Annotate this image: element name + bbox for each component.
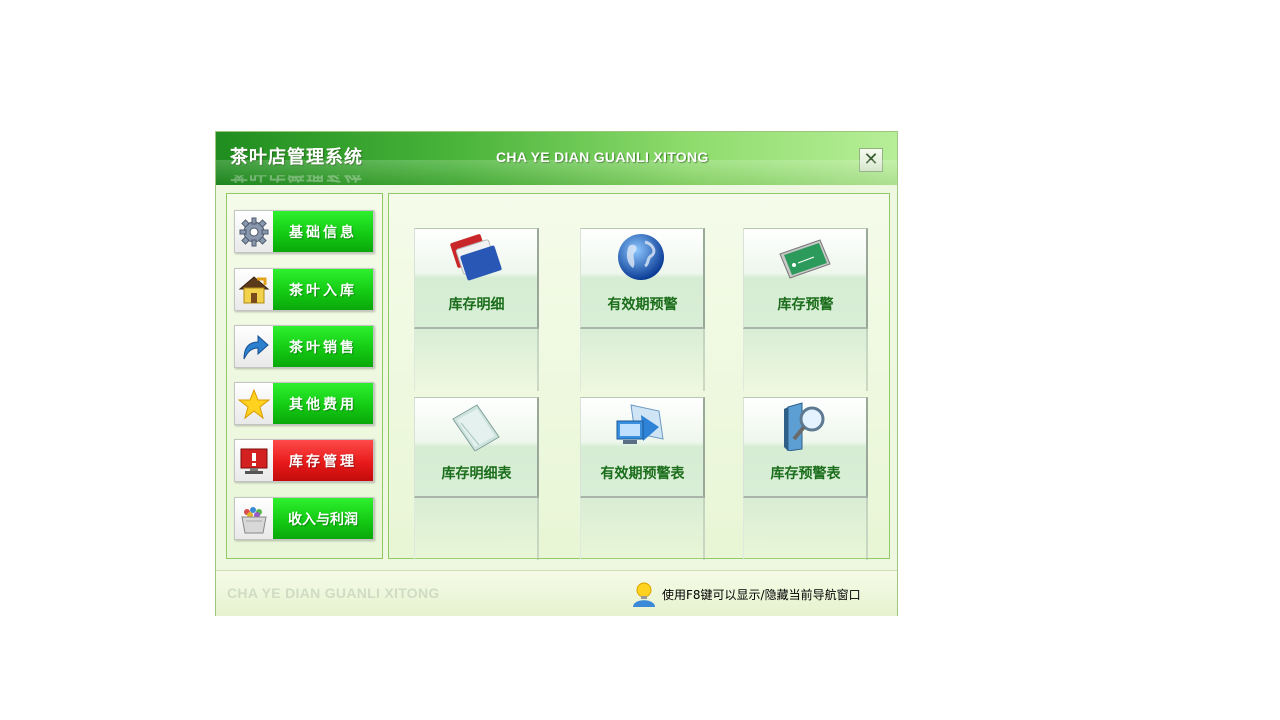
footer-tip-text: 使用F8键可以显示/隐藏当前导航窗口 (662, 587, 861, 602)
nav-basic-info-button[interactable]: 基础信息 (234, 210, 374, 253)
card-icon (779, 239, 831, 279)
nav-tea-stock-in-button[interactable]: 茶叶入库 (234, 268, 374, 311)
lightbulb-user-icon (633, 582, 655, 607)
folders-icon (450, 234, 502, 281)
globe-icon (618, 234, 664, 280)
nav-label: 库存管理 (273, 440, 373, 481)
house-icon (235, 269, 273, 310)
app-title-en: CHA YE DIAN GUANLI XITONG (496, 149, 709, 165)
app-title-reflection: 茶叶店管理系统 (230, 162, 363, 183)
function-tiles-panel: 库存明细 有效期预警 库存预警 库存明细表 有效期预警表 库存预警表 (388, 193, 890, 562)
computer-window-icon (616, 404, 664, 444)
basket-icon (235, 498, 273, 539)
nav-label: 茶叶入库 (273, 269, 373, 310)
tile-label: 库存预警 (777, 297, 834, 313)
app-window: 茶叶店管理系统 茶叶店管理系统 CHA YE DIAN GUANLI XITON… (215, 131, 898, 616)
nav-label: 其他费用 (273, 383, 373, 424)
tile-inventory-warning-report[interactable]: 库存预警表 (743, 397, 868, 562)
nav-label: 收入与利润 (273, 498, 373, 539)
tile-label: 库存明细表 (441, 466, 512, 482)
nav-label: 茶叶销售 (273, 326, 373, 367)
app-title-cn: 茶叶店管理系统 (230, 147, 363, 168)
nav-other-expenses-button[interactable]: 其他费用 (234, 382, 374, 425)
status-footer: CHA YE DIAN GUANLI XITONG 使用F8键可以显示/隐藏当前… (216, 570, 897, 616)
tile-inventory-detail-report[interactable]: 库存明细表 (414, 397, 539, 562)
nav-tea-sales-button[interactable]: 茶叶销售 (234, 325, 374, 368)
glass-sheet-icon (452, 404, 500, 451)
tile-inventory-detail[interactable]: 库存明细 (414, 228, 539, 393)
alert-monitor-icon (235, 440, 273, 481)
title-bar: 茶叶店管理系统 茶叶店管理系统 CHA YE DIAN GUANLI XITON… (216, 132, 897, 185)
star-icon (235, 383, 273, 424)
footer-tip: 使用F8键可以显示/隐藏当前导航窗口 (630, 579, 861, 609)
gear-icon (235, 211, 273, 252)
tile-label: 有效期预警表 (600, 466, 685, 482)
tile-label: 有效期预警 (607, 297, 678, 313)
arrow-icon (235, 326, 273, 367)
magnifier-book-icon (784, 402, 825, 451)
sidebar-nav: 基础信息 茶叶入库 茶叶销售 其他费用 库存管理 收入与利润 (226, 193, 383, 559)
tile-expiry-warning-report[interactable]: 有效期预警表 (580, 397, 705, 562)
nav-income-profit-button[interactable]: 收入与利润 (234, 497, 374, 540)
footer-brand-text: CHA YE DIAN GUANLI XITONG (227, 585, 440, 601)
tile-label: 库存明细 (448, 297, 505, 313)
tile-expiry-warning[interactable]: 有效期预警 (580, 228, 705, 393)
close-button[interactable]: ✕ (859, 148, 883, 172)
tile-inventory-warning[interactable]: 库存预警 (743, 228, 868, 393)
tile-label: 库存预警表 (770, 466, 841, 482)
nav-label: 基础信息 (273, 211, 373, 252)
nav-inventory-management-button[interactable]: 库存管理 (234, 439, 374, 482)
close-icon: ✕ (863, 149, 879, 170)
